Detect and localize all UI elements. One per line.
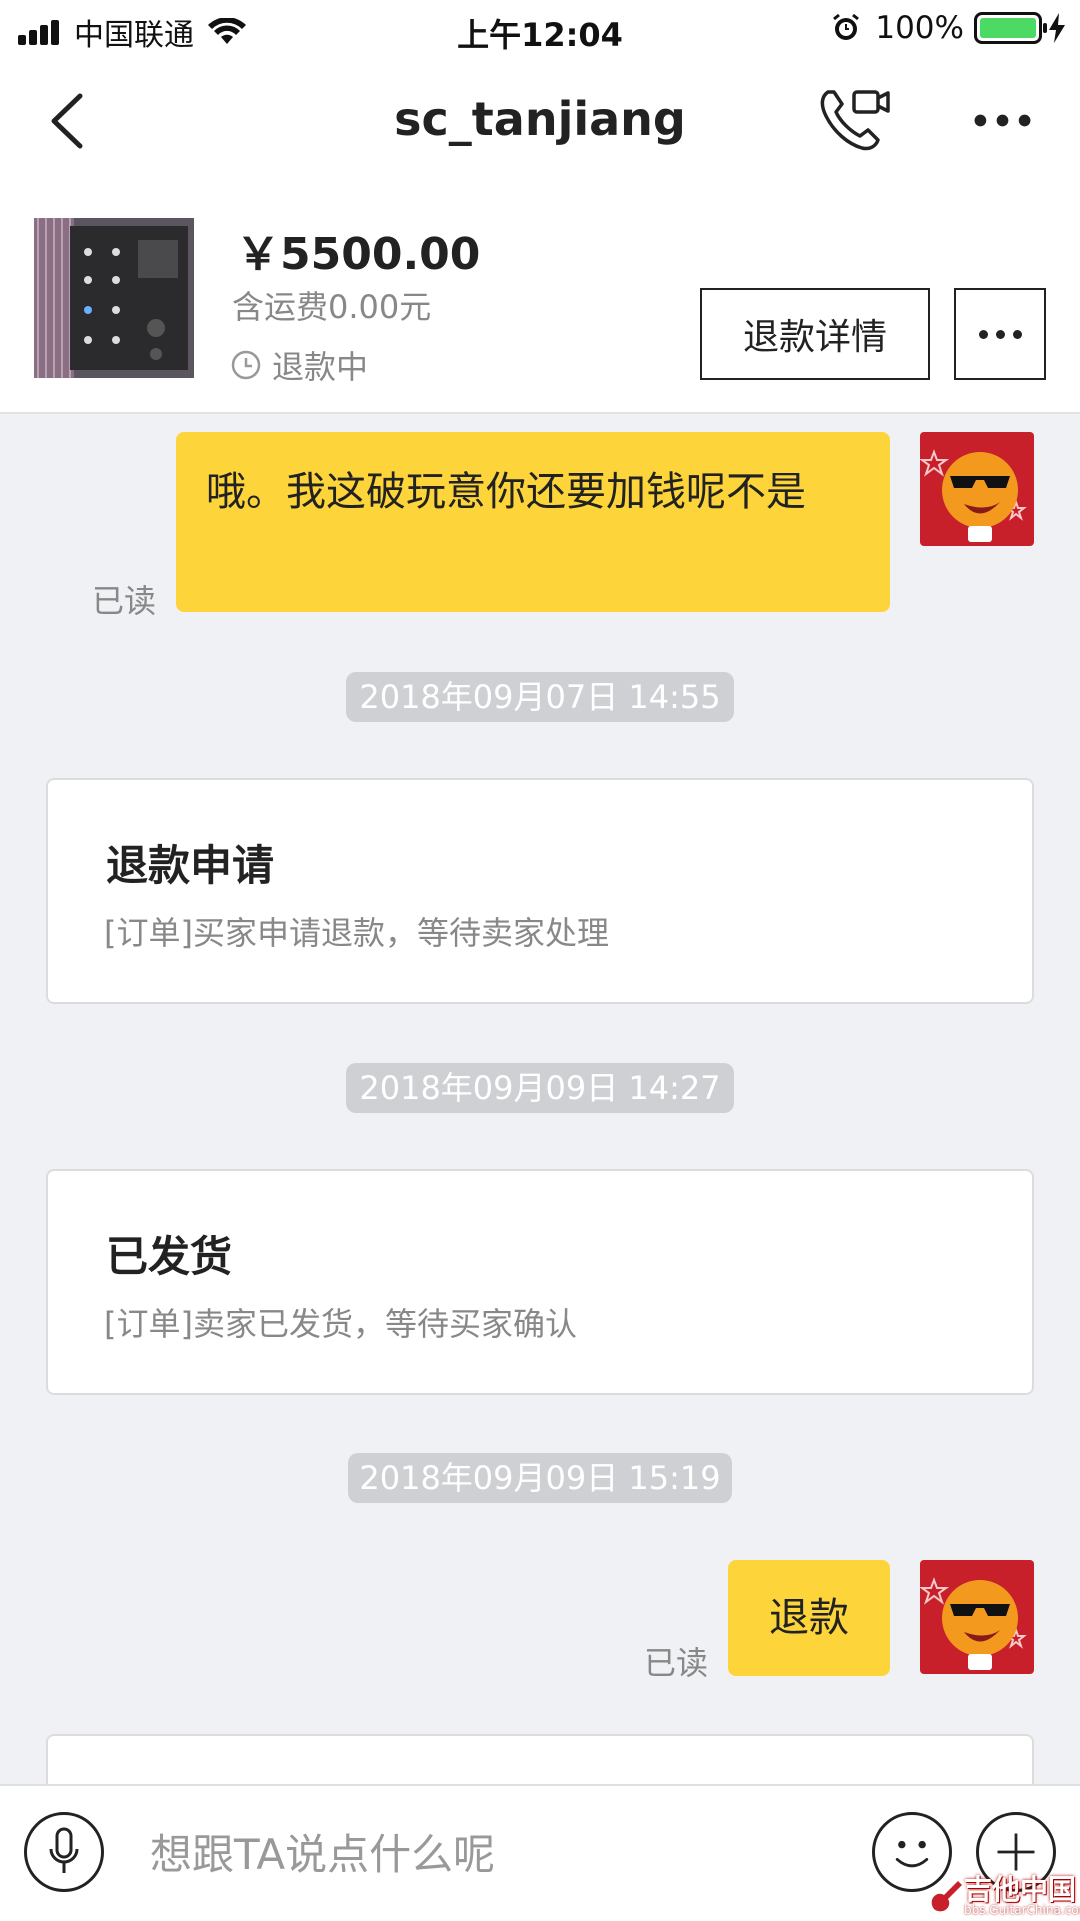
watermark-subtext: bbs.GuitarChina.com: [964, 1903, 1080, 1917]
user-avatar[interactable]: [920, 1560, 1034, 1674]
product-thumbnail[interactable]: [34, 218, 194, 378]
watermark: 吉他中国 bbs.GuitarChina.com: [928, 1876, 1080, 1916]
back-icon[interactable]: [40, 90, 100, 152]
card-title: 退款申请: [106, 841, 275, 890]
card-title: 已发货: [106, 1232, 233, 1281]
status-right: 100%: [831, 10, 1066, 46]
battery-percent: 100%: [875, 10, 964, 46]
timestamp: 2018年09月07日 14:55: [346, 672, 734, 722]
read-receipt: 已读: [644, 1644, 709, 1682]
chat-title: sc_tanjiang: [394, 92, 686, 146]
timestamp: 2018年09月09日 14:27: [346, 1063, 734, 1113]
message-input[interactable]: [150, 1816, 710, 1892]
input-bar: [0, 1784, 1080, 1921]
timestamp: 2018年09月09日 15:19: [348, 1453, 732, 1503]
message-bubble[interactable]: 退款: [728, 1560, 890, 1676]
order-summary[interactable]: ￥5500.00 含运费0.00元 退款中 退款详情: [0, 182, 1080, 414]
charging-icon: [1049, 13, 1065, 43]
watermark-text: 吉他中国: [964, 1873, 1077, 1906]
card-subtitle: [订单]买家申请退款，等待卖家处理: [104, 914, 609, 952]
refund-request-card[interactable]: 退款申请 [订单]买家申请退款，等待卖家处理: [46, 778, 1034, 1004]
order-price: ￥5500.00: [236, 229, 481, 280]
shipping-fee: 含运费0.00元: [232, 288, 432, 326]
guitar-logo-icon: [931, 1881, 962, 1912]
order-status-label: 退款中: [272, 348, 369, 386]
status-bar: 中国联通 上午12:04 100%: [0, 0, 1080, 60]
phone-video-icon[interactable]: [818, 84, 890, 152]
user-avatar[interactable]: [920, 432, 1034, 546]
microphone-icon[interactable]: [24, 1812, 104, 1892]
order-more-button[interactable]: [954, 288, 1046, 380]
alarm-icon: [833, 13, 860, 40]
card-subtitle: [订单]卖家已发货，等待买家确认: [104, 1305, 577, 1343]
more-icon[interactable]: [970, 100, 1034, 140]
battery-icon: [974, 12, 1047, 44]
shipped-card[interactable]: 已发货 [订单]卖家已发货，等待买家确认: [46, 1169, 1034, 1395]
nav-bar: sc_tanjiang: [0, 60, 1080, 182]
more-icon: [975, 329, 1026, 339]
order-status: 退款中: [230, 342, 368, 388]
message-bubble[interactable]: 哦。我这破玩意你还要加钱呢不是: [176, 432, 890, 612]
refund-detail-button[interactable]: 退款详情: [700, 288, 930, 380]
clock-icon: [231, 350, 261, 380]
read-receipt: 已读: [92, 582, 157, 620]
